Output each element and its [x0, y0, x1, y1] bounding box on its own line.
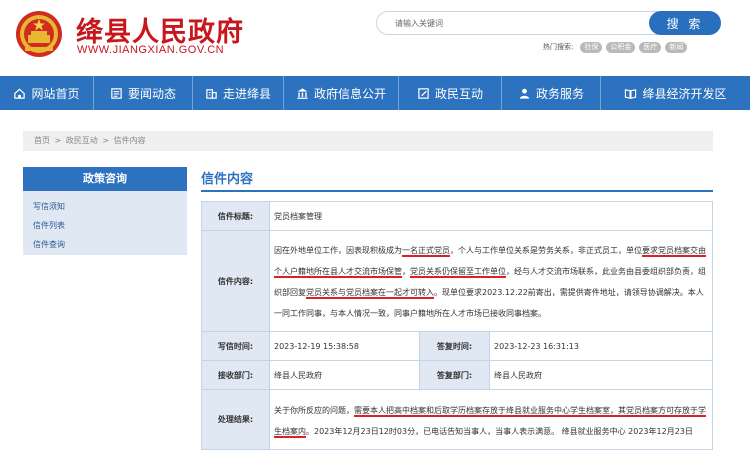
nav-item-home[interactable]: 网站首页: [0, 76, 93, 110]
sidebar-item-letter-list[interactable]: 信件列表: [23, 216, 187, 235]
sidebar-title: 政策咨询: [23, 167, 187, 191]
nav-label: 走进绛县: [222, 86, 271, 101]
nav-label: 网站首页: [31, 86, 80, 101]
nav-item-interaction[interactable]: 政民互动: [398, 76, 501, 110]
content-highlight: 党员关系仍保留至工作单位: [410, 267, 506, 276]
replier-label: 答复部门:: [419, 360, 490, 390]
national-emblem-icon: [16, 11, 62, 57]
home-icon: [14, 88, 26, 99]
breadcrumb-home-link[interactable]: 首页: [34, 136, 50, 145]
write-time-label: 写信时间:: [201, 331, 270, 361]
reply-time-label: 答复时间:: [419, 331, 490, 361]
replier-value: 绛县人民政府: [489, 360, 713, 390]
sidebar-item-letter-query[interactable]: 信件查询: [23, 235, 187, 254]
content-highlight: 一名正式党员: [402, 246, 450, 255]
nav-item-economic-zone[interactable]: 绛县经济开发区: [600, 76, 750, 110]
reply-time-value: 2023-12-23 16:31:13: [489, 331, 713, 361]
table-row: 信件内容: 因在外地单位工作，因表现积极成为一名正式党员，个人与工作单位关系是劳…: [201, 230, 713, 332]
content-text: ，个人与工作单位关系是劳务关系，非正式员工，单位: [450, 246, 642, 255]
hot-tag[interactable]: 社保: [580, 41, 603, 53]
hot-tag[interactable]: 公积金: [606, 41, 636, 53]
table-row: 信件标题: 党员档案管理: [201, 201, 713, 231]
site-url: WWW.JIANGXIAN.GOV.CN: [77, 44, 225, 56]
letter-table: 信件标题: 党员档案管理 信件内容: 因在外地单位工作，因表现积极成为一名正式党…: [201, 201, 713, 450]
write-time-value: 2023-12-19 15:38:58: [269, 331, 420, 361]
result-text: 关于你所反应的问题，: [274, 405, 354, 415]
nav-label: 政民互动: [434, 86, 483, 101]
nav-label: 政府信息公开: [313, 86, 386, 101]
nav-item-services[interactable]: 政务服务: [501, 76, 600, 110]
breadcrumb-separator: >: [102, 136, 110, 145]
hot-search: 热门搜索: 社保 公积金 医疗 新闻: [543, 41, 688, 53]
result-label: 处理结果:: [201, 389, 270, 450]
nav-item-about[interactable]: 走进绛县: [192, 76, 283, 110]
breadcrumb-interaction-link[interactable]: 政民互动: [66, 136, 98, 145]
receiver-value: 绛县人民政府: [269, 360, 420, 390]
main-nav: 网站首页 要闻动态 走进绛县 政府信息公开 政民互动 政务服务 绛县经济开发区: [0, 76, 750, 110]
letter-content-value: 因在外地单位工作，因表现积极成为一名正式党员，个人与工作单位关系是劳务关系，非正…: [269, 230, 713, 332]
table-row: 接收部门: 绛县人民政府 答复部门: 绛县人民政府: [201, 360, 713, 390]
nav-label: 绛县经济开发区: [642, 86, 727, 101]
content-text: ，: [402, 267, 410, 276]
nav-item-news[interactable]: 要闻动态: [93, 76, 192, 110]
edit-icon: [418, 87, 429, 99]
news-icon: [111, 87, 122, 99]
breadcrumb-separator: >: [54, 136, 62, 145]
content-highlight: 党员关系与党员档案在一起才可转入: [306, 288, 434, 297]
building-icon: [206, 88, 217, 99]
nav-label: 政务服务: [535, 86, 584, 101]
search-input[interactable]: [395, 16, 635, 31]
site-header: 绛县人民政府 WWW.JIANGXIAN.GOV.CN 搜 索 热门搜索: 社保…: [0, 0, 750, 76]
search-box: 搜 索: [376, 11, 721, 35]
government-icon: [297, 87, 308, 99]
content-text: 因在外地单位工作，因表现积极成为: [274, 246, 402, 255]
nav-item-gov-info[interactable]: 政府信息公开: [283, 76, 398, 110]
hot-tag[interactable]: 新闻: [665, 41, 688, 53]
table-row: 处理结果: 关于你所反应的问题，需要本人把高中档案和后取学历档案存放于绛县就业服…: [201, 389, 713, 450]
book-icon: [625, 88, 637, 99]
hot-tag[interactable]: 医疗: [639, 41, 662, 53]
search-button[interactable]: 搜 索: [649, 11, 721, 35]
result-text: 。2023年12月23日12时03分，已电话告知当事人，当事人表示满意。 绛县就…: [306, 426, 693, 436]
title-divider: [201, 190, 713, 192]
sidebar-menu: 写信须知 信件列表 信件查询: [23, 191, 187, 255]
sidebar-item-writing-guide[interactable]: 写信须知: [23, 197, 187, 216]
letter-title-label: 信件标题:: [201, 201, 270, 231]
table-row: 写信时间: 2023-12-19 15:38:58 答复时间: 2023-12-…: [201, 331, 713, 361]
result-value: 关于你所反应的问题，需要本人把高中档案和后取学历档案存放于绛县就业服务中心学生档…: [269, 389, 713, 450]
breadcrumb-current: 信件内容: [113, 136, 146, 145]
page-title: 信件内容: [201, 172, 254, 187]
hot-search-label: 热门搜索:: [543, 43, 574, 51]
letter-content-label: 信件内容:: [201, 230, 270, 332]
user-icon: [519, 88, 530, 99]
letter-title-value: 党员档案管理: [269, 201, 713, 231]
receiver-label: 接收部门:: [201, 360, 270, 390]
breadcrumb: 首页 > 政民互动 > 信件内容: [23, 131, 713, 151]
nav-label: 要闻动态: [127, 86, 176, 101]
